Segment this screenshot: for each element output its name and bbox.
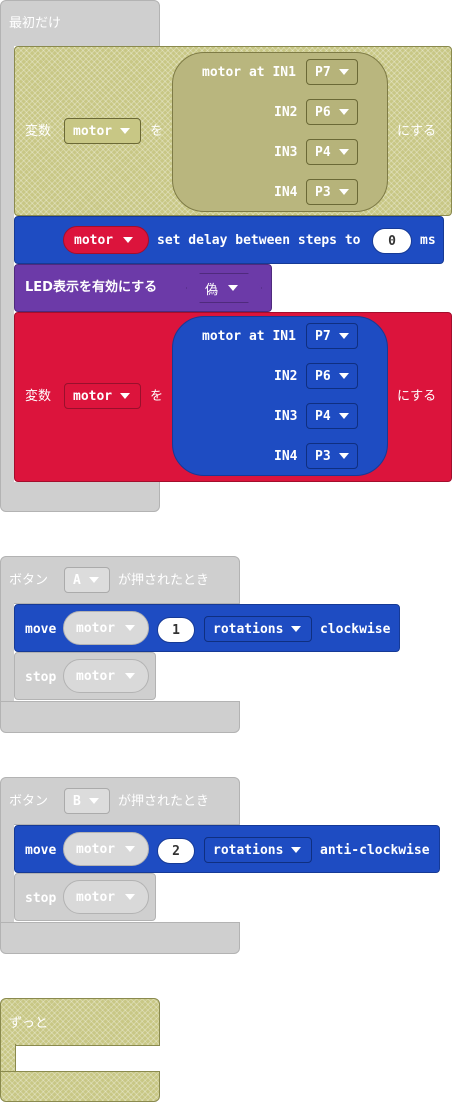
chevron-down-icon	[338, 453, 349, 459]
chevron-down-icon	[338, 333, 349, 339]
chevron-down-icon	[120, 128, 131, 134]
chevron-down-icon	[125, 846, 136, 852]
set-variable-prefix: 変数	[25, 124, 52, 139]
chevron-down-icon	[338, 69, 349, 75]
motor-variable-reporter[interactable]: motor	[63, 611, 149, 645]
led-enable-text: LED表示を有効にする	[25, 280, 158, 295]
set-variable-suffix: にする	[397, 124, 437, 139]
pin-dropdown-in2[interactable]: P6	[306, 363, 358, 389]
chevron-down-icon	[338, 413, 349, 419]
variable-dropdown-motor[interactable]: motor	[64, 383, 141, 409]
chevron-down-icon	[120, 393, 131, 399]
chevron-down-icon	[291, 847, 302, 853]
unit-dropdown[interactable]: rotations	[204, 616, 312, 642]
set-delay-text: set delay between steps to	[157, 233, 361, 248]
in4-label: IN4	[274, 185, 298, 200]
pin-dropdown-in1[interactable]: P7	[306, 59, 358, 85]
button-dropdown-b[interactable]: B	[64, 788, 110, 814]
motor-variable-reporter[interactable]: motor	[63, 226, 149, 254]
event-suffix: が押されたとき	[118, 573, 210, 588]
chevron-down-icon	[338, 373, 349, 379]
pin-dropdown-in3[interactable]: P4	[306, 139, 358, 165]
delay-value-input[interactable]: 0	[372, 228, 412, 254]
motor-variable-reporter[interactable]: motor	[63, 659, 149, 693]
chevron-down-icon	[125, 673, 136, 679]
chevron-down-icon	[125, 894, 136, 900]
in3-label: IN3	[274, 409, 298, 424]
rotation-count-input[interactable]: 1	[157, 617, 195, 643]
pin-dropdown-in4[interactable]: P3	[306, 443, 358, 469]
chevron-down-icon	[338, 109, 349, 115]
button-dropdown-a[interactable]: A	[64, 567, 110, 593]
event-prefix: ボタン	[9, 573, 49, 588]
motor-variable-reporter[interactable]: motor	[63, 880, 149, 914]
direction-label: clockwise	[320, 622, 391, 637]
chevron-down-icon	[291, 626, 302, 632]
in2-label: IN2	[274, 369, 298, 384]
move-label: move	[25, 622, 57, 637]
set-variable-suffix: にする	[397, 389, 437, 404]
chevron-down-icon	[125, 625, 136, 631]
stop-label: stop	[25, 670, 57, 685]
forever-title: ずっと	[9, 1016, 49, 1031]
in2-label: IN2	[274, 105, 298, 120]
chevron-down-icon	[228, 285, 238, 291]
stop-label: stop	[25, 891, 57, 906]
pin-dropdown-in2[interactable]: P6	[306, 99, 358, 125]
chevron-down-icon	[88, 798, 99, 804]
set-variable-mid: を	[150, 389, 164, 404]
pin-dropdown-in3[interactable]: P4	[306, 403, 358, 429]
pin-dropdown-in4[interactable]: P3	[306, 179, 358, 205]
chevron-down-icon	[123, 237, 134, 243]
event-prefix: ボタン	[9, 794, 49, 809]
unit-dropdown[interactable]: rotations	[204, 837, 312, 863]
in4-label: IN4	[274, 449, 298, 464]
delay-unit: ms	[420, 233, 436, 248]
motor-at-in1-label: motor at IN1	[202, 329, 296, 344]
boolean-dropdown[interactable]: 偽	[186, 273, 262, 303]
chevron-down-icon	[338, 189, 349, 195]
direction-label: anti-clockwise	[320, 843, 430, 858]
chevron-down-icon	[88, 577, 99, 583]
on-start-title: 最初だけ	[9, 16, 62, 31]
rotation-count-input[interactable]: 2	[157, 838, 195, 864]
motor-at-in1-label: motor at IN1	[202, 65, 296, 80]
event-suffix: が押されたとき	[118, 794, 210, 809]
set-variable-prefix: 変数	[25, 389, 52, 404]
set-variable-mid: を	[150, 124, 164, 139]
variable-dropdown-motor[interactable]: motor	[64, 118, 141, 144]
move-label: move	[25, 843, 57, 858]
in3-label: IN3	[274, 145, 298, 160]
motor-variable-reporter[interactable]: motor	[63, 832, 149, 866]
chevron-down-icon	[338, 149, 349, 155]
pin-dropdown-in1[interactable]: P7	[306, 323, 358, 349]
